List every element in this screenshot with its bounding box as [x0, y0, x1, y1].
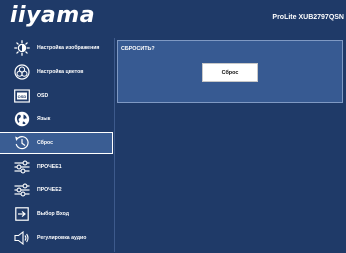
menu-item-label: Язык: [37, 116, 51, 123]
menu-item-color-adjust[interactable]: Настройка цветов: [0, 62, 112, 83]
color-palette-icon: [13, 64, 31, 80]
menu-item-label: ПРОЧЕЕ2: [37, 187, 62, 194]
menu-item-label: ПРОЧЕЕ1: [37, 163, 62, 170]
model-name: ProLite XUB2797QSN: [272, 14, 344, 21]
menu-item-label: Настройка цветов: [37, 68, 84, 75]
reset-button[interactable]: Сброс: [202, 63, 258, 82]
osd-icon: OSD: [13, 88, 31, 104]
menu-item-audio[interactable]: Регулировка аудио: [0, 228, 112, 249]
menu-item-label: Выбор Вход: [37, 211, 69, 218]
input-icon: [13, 206, 31, 222]
menu-item-label: OSD: [37, 92, 49, 99]
menu-item-input-select[interactable]: Выбор Вход: [0, 204, 112, 225]
menu-item-picture-adjust[interactable]: Настройка изображения: [0, 38, 112, 59]
sliders-icon: [13, 182, 31, 198]
osd-menu: Настройка изображения Настройка цветов O…: [0, 38, 113, 251]
menu-item-reset[interactable]: Сброс: [0, 131, 113, 155]
brightness-icon: [13, 40, 31, 57]
menu-item-label: Настройка изображения: [37, 45, 100, 52]
reset-question: СБРОСИТЬ?: [121, 46, 155, 52]
reset-icon: [13, 135, 31, 151]
menu-item-misc2[interactable]: ПРОЧЕЕ2: [0, 180, 112, 201]
brand-logo: iiyama: [10, 3, 96, 28]
menu-item-label: Сброс: [37, 140, 54, 146]
menu-item-osd[interactable]: OSD OSD: [0, 85, 112, 106]
menu-item-language[interactable]: Язык: [0, 109, 112, 130]
menu-item-misc1[interactable]: ПРОЧЕЕ1: [0, 156, 112, 177]
reset-panel: СБРОСИТЬ? Сброс: [117, 40, 343, 103]
svg-text:OSD: OSD: [18, 93, 27, 98]
globe-icon: [13, 111, 31, 127]
sliders-icon: [13, 159, 31, 175]
menu-item-label: Регулировка аудио: [37, 234, 87, 241]
menu-divider: [114, 38, 115, 252]
speaker-icon: [13, 230, 31, 246]
top-bar: iiyama ProLite XUB2797QSN: [0, 0, 346, 36]
